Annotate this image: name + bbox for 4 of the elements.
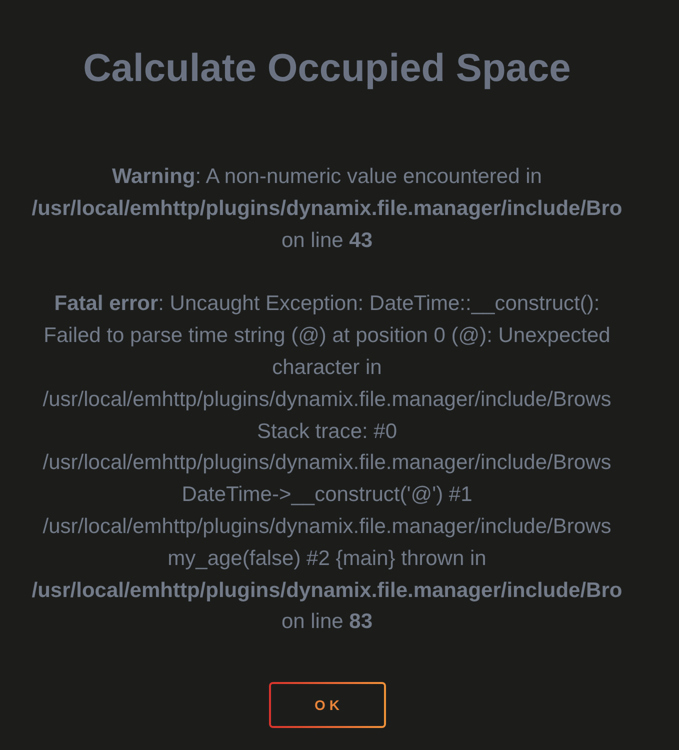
dialog-title: Calculate Occupied Space: [83, 46, 571, 92]
error-message: Fatal error: Uncaught Exception: DateTime::__construct(): Failed to parse time string (@) at position 0 (@): Unexpected character in /usr/local/emhttp/plugins/dynamix.file.manager/include/Brows Stack trace: #0 /usr/local/emhttp/plugins/dynamix.file.manager/include/Brows DateTime->__construct('@') #1 /usr/local/emhttp/plugins/dynamix.file.manager/include/Brows my_age(false) #2 {main} thrown in /usr/local/emhttp/plugins/dynamix.file.manager/include/Bro on line 83: [32, 291, 622, 636]
warning-message: Warning: A non-numeric value encountered in /usr/local/emhttp/plugins/dynamix.file.manager/include/Bro on line 43: [32, 164, 622, 254]
ok-button[interactable]: OK: [268, 682, 386, 728]
